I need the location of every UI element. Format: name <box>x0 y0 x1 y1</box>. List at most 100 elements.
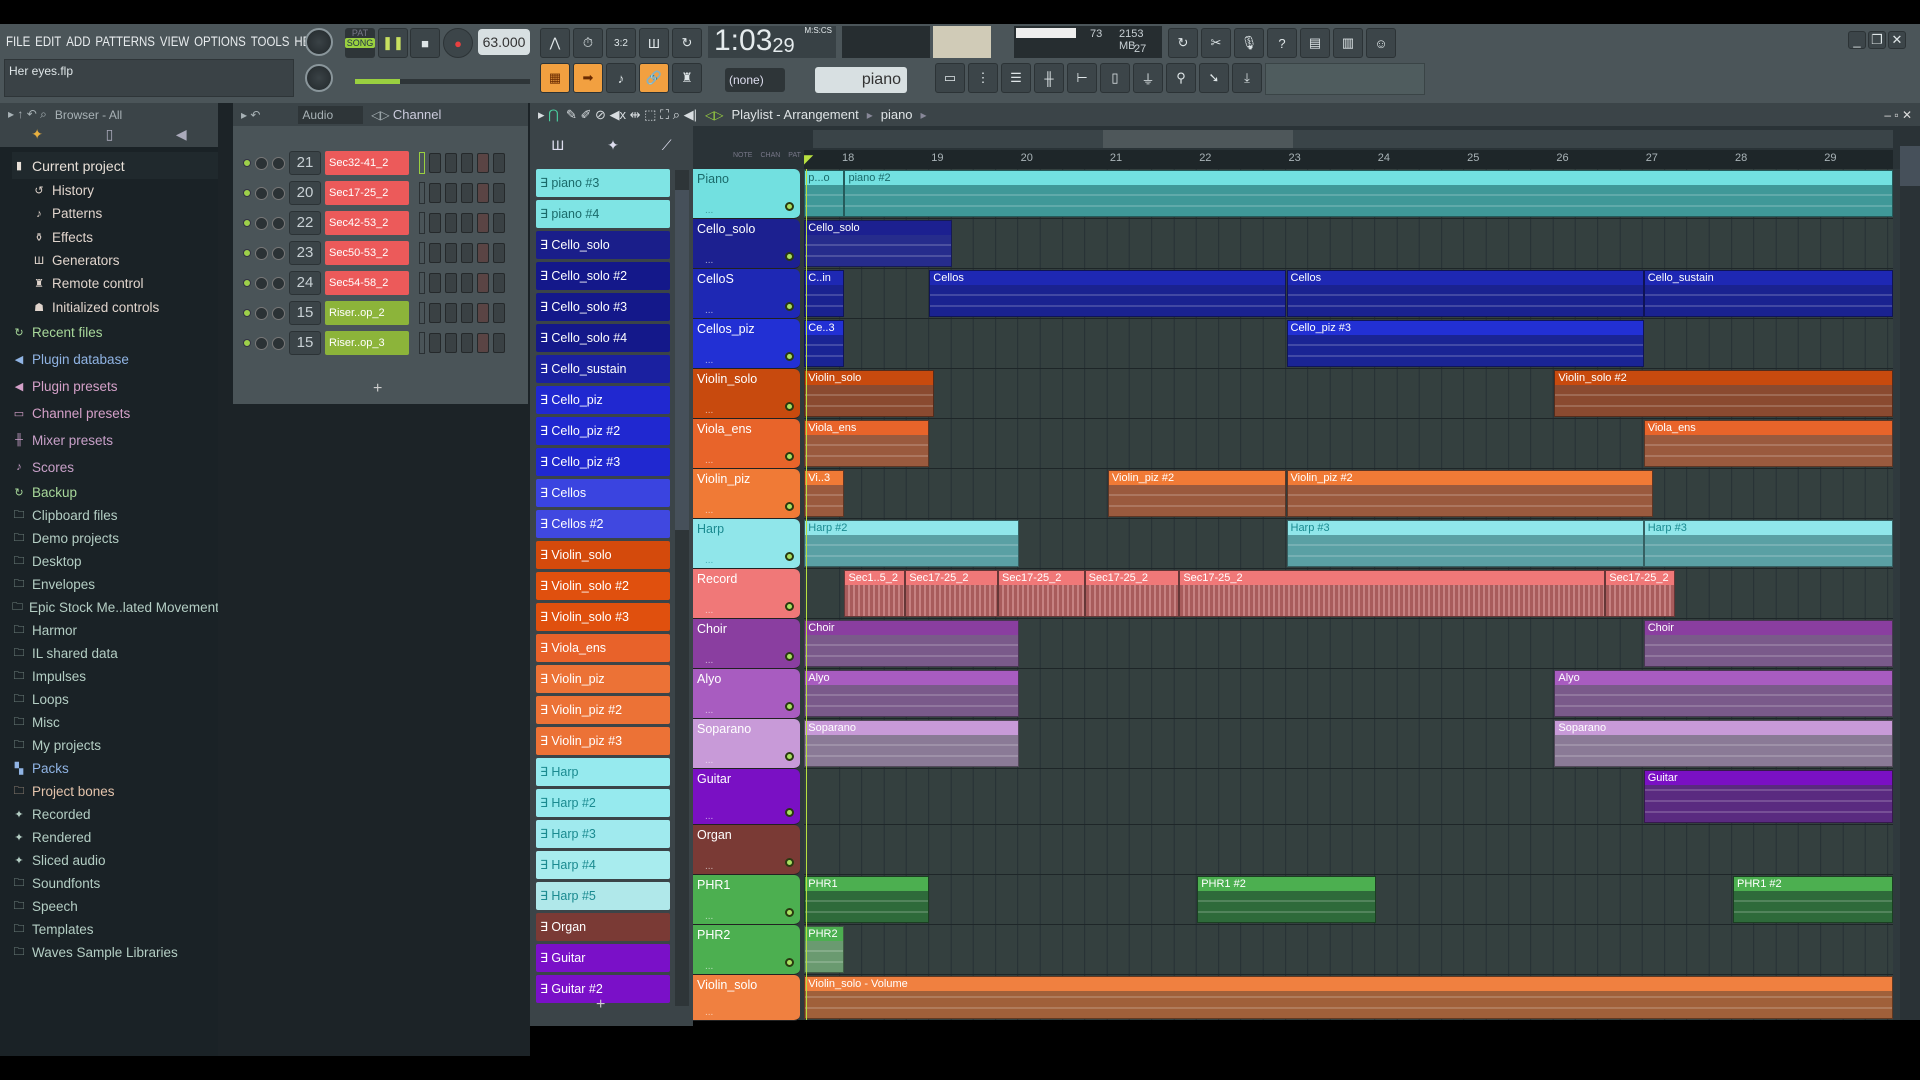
track-header[interactable]: PHR2... <box>693 925 800 975</box>
metronome-icon[interactable]: ⋀ <box>540 28 570 58</box>
channel-pan-knob[interactable] <box>255 216 268 230</box>
step-button[interactable] <box>493 273 505 293</box>
pattern-clip[interactable]: Soparano <box>804 720 1019 767</box>
track-header[interactable]: Viola_ens... <box>693 419 800 469</box>
track-lane[interactable] <box>804 925 1893 975</box>
plugin-picker-icon[interactable]: ♜ <box>672 63 702 93</box>
audio-filter-icon[interactable]: ✦ <box>31 126 43 143</box>
track-header[interactable]: Violin_piz... <box>693 469 800 519</box>
mixer-track-number[interactable]: 24 <box>289 271 321 295</box>
browser-item[interactable]: ▚ Packs <box>12 757 218 780</box>
track-header[interactable]: Cellos_piz... <box>693 319 800 369</box>
picker-item[interactable]: ∃ Harp #2 <box>536 789 670 817</box>
step-button[interactable] <box>493 303 505 323</box>
track-menu-dots[interactable]: ... <box>705 405 713 416</box>
step-button[interactable] <box>461 213 473 233</box>
track-menu-dots[interactable]: ... <box>705 555 713 566</box>
channel-select[interactable] <box>419 242 425 264</box>
browser-item[interactable]: ☗ Initialized controls <box>12 295 218 318</box>
channel-select[interactable] <box>419 182 425 204</box>
step-button[interactable] <box>429 303 441 323</box>
project-tree-icon[interactable]: ⊢ <box>1067 63 1097 93</box>
undo-history-icon[interactable]: ↻ <box>1168 28 1198 58</box>
track-menu-dots[interactable]: ... <box>705 811 713 822</box>
channel-name-button[interactable]: Sec42-53_2 <box>325 211 409 235</box>
step-edit-icon[interactable]: Ш <box>639 28 669 58</box>
browser-item[interactable]: ↻ Recent files <box>12 319 218 346</box>
menu-patterns[interactable]: PATTERNS <box>95 33 155 49</box>
track-mute-button[interactable] <box>785 402 794 411</box>
track-menu-dots[interactable]: ... <box>705 755 713 766</box>
step-button[interactable] <box>445 243 457 263</box>
channel-name-button[interactable]: Sec32-41_2 <box>325 151 409 175</box>
overview-scrollbar[interactable] <box>813 130 1893 148</box>
track-menu-dots[interactable]: ... <box>705 605 713 616</box>
track-header[interactable]: Violin_solo... <box>693 975 800 1021</box>
browser-icon[interactable]: ☰ <box>1001 63 1031 93</box>
ruler-label-note[interactable]: NOTE <box>733 152 752 159</box>
track-menu-dots[interactable]: ... <box>705 911 713 922</box>
pattern-clip[interactable]: Violin_solo #2 <box>1554 370 1893 417</box>
track-header[interactable]: Violin_solo... <box>693 369 800 419</box>
browser-item[interactable]: 🗀 Waves Sample Libraries <box>12 941 218 964</box>
pattern-clip[interactable]: Viola_ens <box>804 420 930 467</box>
restore-icon[interactable]: ❐ <box>1868 31 1886 49</box>
track-menu-dots[interactable]: ... <box>705 305 713 316</box>
help-icon[interactable]: ? <box>1267 28 1297 58</box>
rack-options-icon[interactable]: ▸ ↶ <box>241 108 260 122</box>
track-header[interactable]: Cello_solo... <box>693 219 800 269</box>
channel-pan-knob[interactable] <box>255 186 268 200</box>
picker-item[interactable]: ∃ Violin_solo #3 <box>536 603 670 631</box>
song-time-display[interactable]: 1:03 29 M:S:CS <box>708 24 836 58</box>
step-button[interactable] <box>429 243 441 263</box>
mixer-track-number[interactable]: 23 <box>289 241 321 265</box>
audio-clip[interactable]: Sec17-25_2 <box>1084 570 1180 617</box>
step-button[interactable] <box>477 213 489 233</box>
picker-item[interactable]: ∃ Cello_piz #2 <box>536 417 670 445</box>
picker-item[interactable]: ∃ piano #4 <box>536 200 670 228</box>
tempo-field[interactable]: 63.000 <box>478 29 530 55</box>
channel-pan-knob[interactable] <box>255 246 268 260</box>
browser-item[interactable]: 🗀 IL shared data <box>12 642 218 665</box>
track-mute-button[interactable] <box>785 958 794 967</box>
step-button[interactable] <box>461 183 473 203</box>
browser-item[interactable]: ♜ Remote control <box>12 272 218 295</box>
save-icon[interactable]: ▤ <box>1300 28 1330 58</box>
browser-item[interactable]: 🗀 Desktop <box>12 550 218 573</box>
pat-song-toggle[interactable]: PAT SONG <box>345 28 375 58</box>
picker-item[interactable]: ∃ Organ <box>536 913 670 941</box>
step-button[interactable] <box>493 333 505 353</box>
pattern-clip[interactable]: Cello_solo <box>804 220 952 267</box>
step-button[interactable] <box>477 333 489 353</box>
pattern-clip[interactable]: piano #2 <box>844 170 1893 217</box>
channel-pan-knob[interactable] <box>255 276 268 290</box>
browser-item[interactable]: 🗀 My projects <box>12 734 218 757</box>
picker-item[interactable]: ∃ Violin_piz #2 <box>536 696 670 724</box>
track-mute-button[interactable] <box>785 552 794 561</box>
news-panel[interactable] <box>1265 63 1425 95</box>
track-lane[interactable] <box>804 825 1893 875</box>
plugin-filter-icon[interactable]: ◀ <box>176 126 187 143</box>
pause-button[interactable]: ❚❚ <box>378 28 408 58</box>
step-button[interactable] <box>493 153 505 173</box>
picker-audio-icon[interactable]: ✦ <box>607 137 619 154</box>
menu-edit[interactable]: EDIT <box>35 33 61 49</box>
step-button[interactable] <box>429 153 441 173</box>
track-mute-button[interactable] <box>785 452 794 461</box>
browser-item[interactable]: ✦ Rendered <box>12 826 218 849</box>
track-mute-button[interactable] <box>785 908 794 917</box>
step-button[interactable] <box>445 153 457 173</box>
playlist-window-controls[interactable]: ‒ ▫ ✕ <box>1884 108 1912 122</box>
channel-select[interactable] <box>419 212 425 234</box>
track-mute-button[interactable] <box>785 502 794 511</box>
picker-item[interactable]: ∃ Cello_solo #3 <box>536 293 670 321</box>
mixer-track-number[interactable]: 15 <box>289 301 321 325</box>
step-button[interactable] <box>445 183 457 203</box>
track-mute-button[interactable] <box>785 858 794 867</box>
track-mute-button[interactable] <box>785 808 794 817</box>
pattern-clip[interactable]: C..in <box>804 270 845 317</box>
channel-mute-led[interactable] <box>243 339 251 347</box>
plugin-icon[interactable]: ⏚ <box>1133 63 1163 93</box>
menu-tools[interactable]: TOOLS <box>251 33 290 49</box>
wait-for-input-icon[interactable]: ⏱ <box>573 28 603 58</box>
